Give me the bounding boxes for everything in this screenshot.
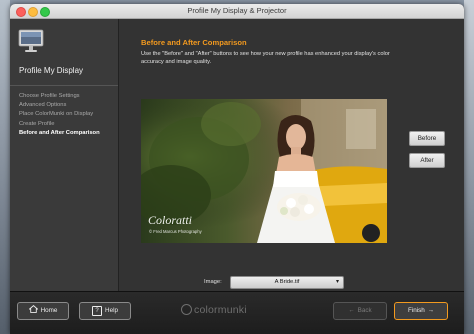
help-button-label: Help — [105, 307, 118, 314]
photo-credit: © Fred Marcus Photography — [149, 229, 202, 234]
main-panel: Before and After Comparison Use the "Bef… — [119, 19, 464, 291]
page-title: Before and After Comparison — [141, 38, 247, 47]
title-bar[interactable]: Profile My Display & Projector — [10, 4, 464, 19]
finish-button[interactable]: Finish → — [394, 302, 448, 320]
image-select[interactable]: A Bride.tif ▾ — [230, 276, 344, 289]
brand-mark-icon — [181, 304, 192, 315]
help-button[interactable]: ? Help — [79, 302, 131, 320]
house-icon — [28, 305, 38, 313]
sidebar-title: Profile My Display — [19, 66, 84, 75]
arrow-right-icon: → — [427, 307, 435, 314]
home-button-label: Home — [40, 307, 58, 314]
step-choose-profile-settings: Choose Profile Settings — [19, 93, 80, 99]
desktop-background-right — [464, 0, 474, 334]
brand-logo: colormunki — [181, 304, 247, 318]
step-advanced-options: Advanced Options — [19, 102, 67, 109]
chevron-down-icon: ▾ — [335, 279, 339, 285]
desktop-background-left — [0, 0, 10, 334]
monitor-icon — [18, 29, 44, 52]
step-place-colormunki: Place ColorMunki on Display — [19, 111, 94, 118]
arrow-left-icon: ← — [348, 307, 355, 314]
page-description: Use the "Before" and "After" buttons to … — [141, 51, 390, 65]
image-select-value: A Bride.tif — [274, 279, 300, 285]
sidebar-divider — [10, 85, 118, 86]
watermark-logo: Coloratti — [148, 213, 193, 227]
before-button[interactable]: Before — [409, 131, 445, 146]
question-icon: ? — [92, 306, 103, 316]
footer-bar: Home ? Help colormunki ← Back Finish → — [10, 291, 464, 334]
finish-button-label: Finish — [407, 307, 425, 314]
comparison-image: Coloratti © Fred Marcus Photography — [141, 99, 387, 243]
step-before-after-comparison: Before and After Comparison — [19, 129, 100, 136]
image-label: Image: — [204, 279, 222, 285]
step-list: Choose Profile Settings Advanced Options… — [19, 92, 100, 138]
window-title: Profile My Display & Projector — [187, 6, 287, 15]
home-button[interactable]: Home — [17, 302, 69, 320]
brand-name: colormunki — [194, 304, 247, 316]
sidebar: Profile My Display Choose Profile Settin… — [10, 19, 119, 291]
step-create-profile: Create Profile — [19, 120, 55, 127]
app-window: Profile My Display & Projector Profile M… — [10, 4, 464, 334]
back-button-label: Back — [357, 307, 372, 314]
back-button[interactable]: ← Back — [333, 302, 387, 320]
after-button[interactable]: After — [409, 153, 445, 168]
